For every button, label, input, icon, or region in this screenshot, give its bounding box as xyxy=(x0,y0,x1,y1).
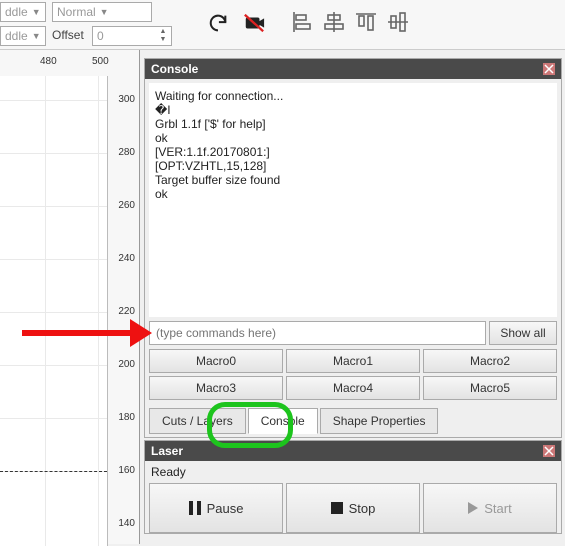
offset-value: 0 xyxy=(97,29,104,43)
combo-value: ddle xyxy=(5,29,28,43)
canvas-area: 480 500 300 280 260 240 220 200 180 160 … xyxy=(0,50,140,544)
ruler-tick: 480 xyxy=(40,56,57,67)
combo-box-3[interactable]: ddle ▼ xyxy=(0,26,46,46)
panel-title-text: Console xyxy=(151,62,198,76)
button-label: Macro0 xyxy=(196,354,236,368)
align-left-icon[interactable] xyxy=(290,10,314,34)
chevron-down-icon: ▼ xyxy=(100,7,109,17)
offset-label: Offset xyxy=(52,28,84,42)
laser-status: Ready xyxy=(145,461,561,483)
ruler-tick: 500 xyxy=(92,56,109,67)
ruler-tick: 160 xyxy=(118,465,135,476)
panel-title-text: Laser xyxy=(151,444,183,458)
play-icon xyxy=(468,502,478,514)
button-label: Macro4 xyxy=(333,381,373,395)
button-label: Macro2 xyxy=(470,354,510,368)
console-panel: Console Waiting for connection... �I Grb… xyxy=(144,58,562,438)
button-label: Macro1 xyxy=(333,354,373,368)
tool-icons-group xyxy=(205,10,267,36)
stop-button[interactable]: Stop xyxy=(286,483,420,533)
tab-console[interactable]: Console xyxy=(248,408,318,434)
ruler-tick: 240 xyxy=(118,253,135,264)
align-center-h-icon[interactable] xyxy=(322,10,346,34)
console-input-row: Show all xyxy=(149,321,557,345)
start-button[interactable]: Start xyxy=(423,483,557,533)
offset-spinbox[interactable]: 0 ▲▼ xyxy=(92,26,172,46)
button-label: Pause xyxy=(207,501,244,516)
canvas-background[interactable] xyxy=(0,76,108,546)
ruler-tick: 260 xyxy=(118,200,135,211)
spin-arrows: ▲▼ xyxy=(156,27,170,45)
button-label: Macro5 xyxy=(470,381,510,395)
tab-shape-properties[interactable]: Shape Properties xyxy=(320,408,439,434)
pause-icon xyxy=(189,501,201,515)
close-icon[interactable] xyxy=(543,445,555,457)
show-all-button[interactable]: Show all xyxy=(489,321,557,345)
tab-label: Shape Properties xyxy=(333,414,426,428)
button-label: Start xyxy=(484,501,511,516)
macro2-button[interactable]: Macro2 xyxy=(423,349,557,373)
tab-label: Console xyxy=(261,414,305,428)
macro5-button[interactable]: Macro5 xyxy=(423,376,557,400)
ruler-vertical: 300 280 260 240 220 200 180 160 140 xyxy=(109,76,139,546)
combo-value: Normal xyxy=(57,5,96,19)
ruler-tick: 280 xyxy=(118,147,135,158)
console-output: Waiting for connection... �I Grbl 1.1f [… xyxy=(149,83,557,317)
combo-box-1[interactable]: ddle ▼ xyxy=(0,2,46,22)
macro3-button[interactable]: Macro3 xyxy=(149,376,283,400)
ruler-tick: 180 xyxy=(118,412,135,423)
camera-off-icon[interactable] xyxy=(241,10,267,36)
tab-row: Cuts / Layers Console Shape Properties xyxy=(149,408,557,434)
pause-button[interactable]: Pause xyxy=(149,483,283,533)
tab-cuts-layers[interactable]: Cuts / Layers xyxy=(149,408,246,434)
close-icon[interactable] xyxy=(543,63,555,75)
ruler-tick: 200 xyxy=(118,359,135,370)
refresh-icon[interactable] xyxy=(205,10,231,36)
combo-value: ddle xyxy=(5,5,28,19)
laser-panel: Laser Ready Pause Stop Start xyxy=(144,440,562,534)
combo-box-2[interactable]: Normal ▼ xyxy=(52,2,152,22)
chevron-down-icon: ▼ xyxy=(32,31,41,41)
ruler-tick: 220 xyxy=(118,306,135,317)
macro-grid: Macro0 Macro1 Macro2 Macro3 Macro4 Macro… xyxy=(149,349,557,400)
button-label: Stop xyxy=(349,501,376,516)
ruler-horizontal: 480 500 xyxy=(0,56,140,76)
macro4-button[interactable]: Macro4 xyxy=(286,376,420,400)
align-center-v-icon[interactable] xyxy=(386,10,410,34)
ruler-tick: 300 xyxy=(118,94,135,105)
top-toolbar: ddle ▼ Normal ▼ ddle ▼ Offset 0 ▲▼ xyxy=(0,0,565,50)
chevron-down-icon: ▼ xyxy=(32,7,41,17)
laser-panel-title: Laser xyxy=(145,441,561,461)
align-top-icon[interactable] xyxy=(354,10,378,34)
console-input[interactable] xyxy=(149,321,486,345)
console-panel-title: Console xyxy=(145,59,561,79)
ruler-tick: 140 xyxy=(118,518,135,529)
macro1-button[interactable]: Macro1 xyxy=(286,349,420,373)
tab-label: Cuts / Layers xyxy=(162,414,233,428)
stop-icon xyxy=(331,502,343,514)
macro0-button[interactable]: Macro0 xyxy=(149,349,283,373)
button-label: Show all xyxy=(500,326,545,340)
button-label: Macro3 xyxy=(196,381,236,395)
laser-button-row: Pause Stop Start xyxy=(149,483,557,533)
align-icons-group xyxy=(290,10,410,34)
